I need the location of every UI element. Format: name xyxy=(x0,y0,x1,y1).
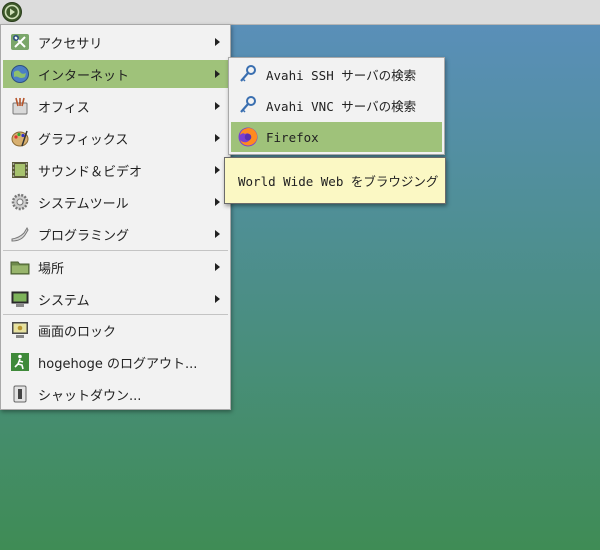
menu-item-internet[interactable]: インターネット xyxy=(3,60,228,88)
app-launcher-icon xyxy=(4,4,20,20)
menu-item-label: オフィス xyxy=(38,100,90,116)
firefox-tooltip: World Wide Web をブラウジング xyxy=(224,157,446,204)
search-key-icon xyxy=(237,63,259,85)
gear-icon xyxy=(9,191,31,213)
submenu-arrow-icon xyxy=(215,102,220,110)
menu-item-system-tools[interactable]: システムツール xyxy=(3,188,228,216)
menu-item-label: サウンド＆ビデオ xyxy=(38,164,143,180)
menu-separator xyxy=(3,314,228,315)
submenu-arrow-icon xyxy=(215,263,220,271)
menu-item-shutdown[interactable]: シャットダウン... xyxy=(3,380,228,408)
submenu-arrow-icon xyxy=(215,38,220,46)
menu-item-accessories[interactable]: アクセサリ xyxy=(3,28,228,56)
menu-item-label: シャットダウン... xyxy=(38,388,142,404)
monitor-icon xyxy=(9,288,31,310)
submenu-arrow-icon xyxy=(215,230,220,238)
menu-item-label: 画面のロック xyxy=(38,324,117,340)
applications-menu-button[interactable] xyxy=(2,2,22,22)
menu-item-label: グラフィックス xyxy=(38,132,129,148)
submenu-item-label: Firefox xyxy=(266,129,319,145)
internet-submenu: Avahi SSH サーバの検索 Avahi VNC サーバの検索 Firefo… xyxy=(228,57,445,155)
menu-item-lock-screen[interactable]: 画面のロック xyxy=(3,316,228,344)
menu-item-label: インターネット xyxy=(38,68,130,84)
film-icon xyxy=(9,159,31,181)
menu-item-label: システムツール xyxy=(38,196,129,212)
programming-icon xyxy=(9,223,31,245)
submenu-arrow-icon xyxy=(215,134,220,142)
applications-menu: アクセサリ インターネット オフィス グラフィックス サウンド＆ビデオ システム xyxy=(0,24,231,410)
menu-item-label: 場所 xyxy=(38,261,65,277)
menu-item-logout[interactable]: hogehoge のログアウト... xyxy=(3,348,228,376)
submenu-item-label: Avahi VNC サーバの検索 xyxy=(266,98,417,114)
submenu-arrow-icon xyxy=(215,166,220,174)
tooltip-text: World Wide Web をブラウジング xyxy=(238,174,439,189)
firefox-icon xyxy=(237,126,259,148)
menu-separator xyxy=(3,250,228,251)
menu-item-label: プログラミング xyxy=(38,228,130,244)
search-key-icon xyxy=(237,94,259,116)
submenu-arrow-icon xyxy=(215,295,220,303)
menu-item-office[interactable]: オフィス xyxy=(3,92,228,120)
submenu-arrow-icon xyxy=(215,70,220,78)
menu-item-label: hogehoge のログアウト... xyxy=(38,356,198,372)
menu-item-sound-video[interactable]: サウンド＆ビデオ xyxy=(3,156,228,184)
menu-item-graphics[interactable]: グラフィックス xyxy=(3,124,228,152)
globe-icon xyxy=(9,63,31,85)
submenu-arrow-icon xyxy=(215,198,220,206)
menu-item-label: システム xyxy=(38,293,90,309)
exit-icon xyxy=(9,351,31,373)
accessories-icon xyxy=(9,31,31,53)
menu-item-programming[interactable]: プログラミング xyxy=(3,220,228,248)
power-switch-icon xyxy=(9,383,31,405)
submenu-item-firefox[interactable]: Firefox xyxy=(231,122,442,152)
folder-icon xyxy=(9,256,31,278)
submenu-item-label: Avahi SSH サーバの検索 xyxy=(266,67,417,83)
top-panel xyxy=(0,0,600,25)
menu-item-label: アクセサリ xyxy=(38,36,103,52)
lock-screen-icon xyxy=(9,319,31,341)
submenu-item-avahi-ssh[interactable]: Avahi SSH サーバの検索 xyxy=(231,60,442,88)
palette-icon xyxy=(9,127,31,149)
office-icon xyxy=(9,95,31,117)
menu-item-system[interactable]: システム xyxy=(3,285,228,313)
menu-item-places[interactable]: 場所 xyxy=(3,253,228,281)
submenu-item-avahi-vnc[interactable]: Avahi VNC サーバの検索 xyxy=(231,91,442,119)
